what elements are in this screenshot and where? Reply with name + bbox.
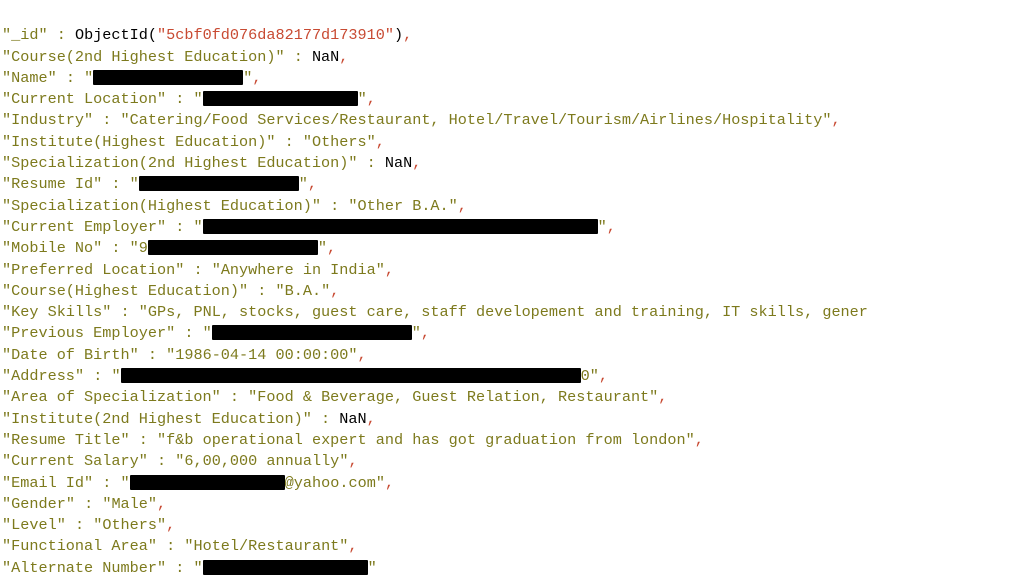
doc-line: "Current Salary" : "6,00,000 annually", bbox=[2, 451, 1024, 472]
doc-line: "Gender" : "Male", bbox=[2, 494, 1024, 515]
doc-line: "Previous Employer" : "", bbox=[2, 323, 1024, 344]
doc-line: "Name" : "", bbox=[2, 68, 1024, 89]
doc-line: "Specialization(Highest Education)" : "O… bbox=[2, 196, 1024, 217]
doc-line: "Institute(Highest Education)" : "Others… bbox=[2, 132, 1024, 153]
doc-line: "Email Id" : "@yahoo.com", bbox=[2, 473, 1024, 494]
doc-line: "Area of Specialization" : "Food & Bever… bbox=[2, 387, 1024, 408]
doc-line: "Alternate Number" : "" bbox=[2, 558, 1024, 576]
mongo-document: "_id" : ObjectId("5cbf0fd076da82177d1739… bbox=[0, 0, 1024, 576]
doc-line: "Level" : "Others", bbox=[2, 515, 1024, 536]
doc-line: "Course(Highest Education)" : "B.A.", bbox=[2, 281, 1024, 302]
doc-line: "Course(2nd Highest Education)" : NaN, bbox=[2, 47, 1024, 68]
doc-line: "Functional Area" : "Hotel/Restaurant", bbox=[2, 536, 1024, 557]
doc-line: "Industry" : "Catering/Food Services/Res… bbox=[2, 110, 1024, 131]
doc-line: "Institute(2nd Highest Education)" : NaN… bbox=[2, 409, 1024, 430]
document-lines: "_id" : ObjectId("5cbf0fd076da82177d1739… bbox=[2, 25, 1024, 576]
doc-line: "Resume Title" : "f&b operational expert… bbox=[2, 430, 1024, 451]
doc-line: "Specialization(2nd Highest Education)" … bbox=[2, 153, 1024, 174]
doc-line: "Date of Birth" : "1986-04-14 00:00:00", bbox=[2, 345, 1024, 366]
doc-line: "Mobile No" : "9", bbox=[2, 238, 1024, 259]
doc-line: "Resume Id" : "", bbox=[2, 174, 1024, 195]
doc-line: "_id" : ObjectId("5cbf0fd076da82177d1739… bbox=[2, 25, 1024, 46]
doc-line: "Key Skills" : "GPs, PNL, stocks, guest … bbox=[2, 302, 1024, 323]
doc-line: "Preferred Location" : "Anywhere in Indi… bbox=[2, 260, 1024, 281]
doc-line: "Current Employer" : "", bbox=[2, 217, 1024, 238]
doc-line: "Current Location" : "", bbox=[2, 89, 1024, 110]
doc-line: "Address" : "0", bbox=[2, 366, 1024, 387]
